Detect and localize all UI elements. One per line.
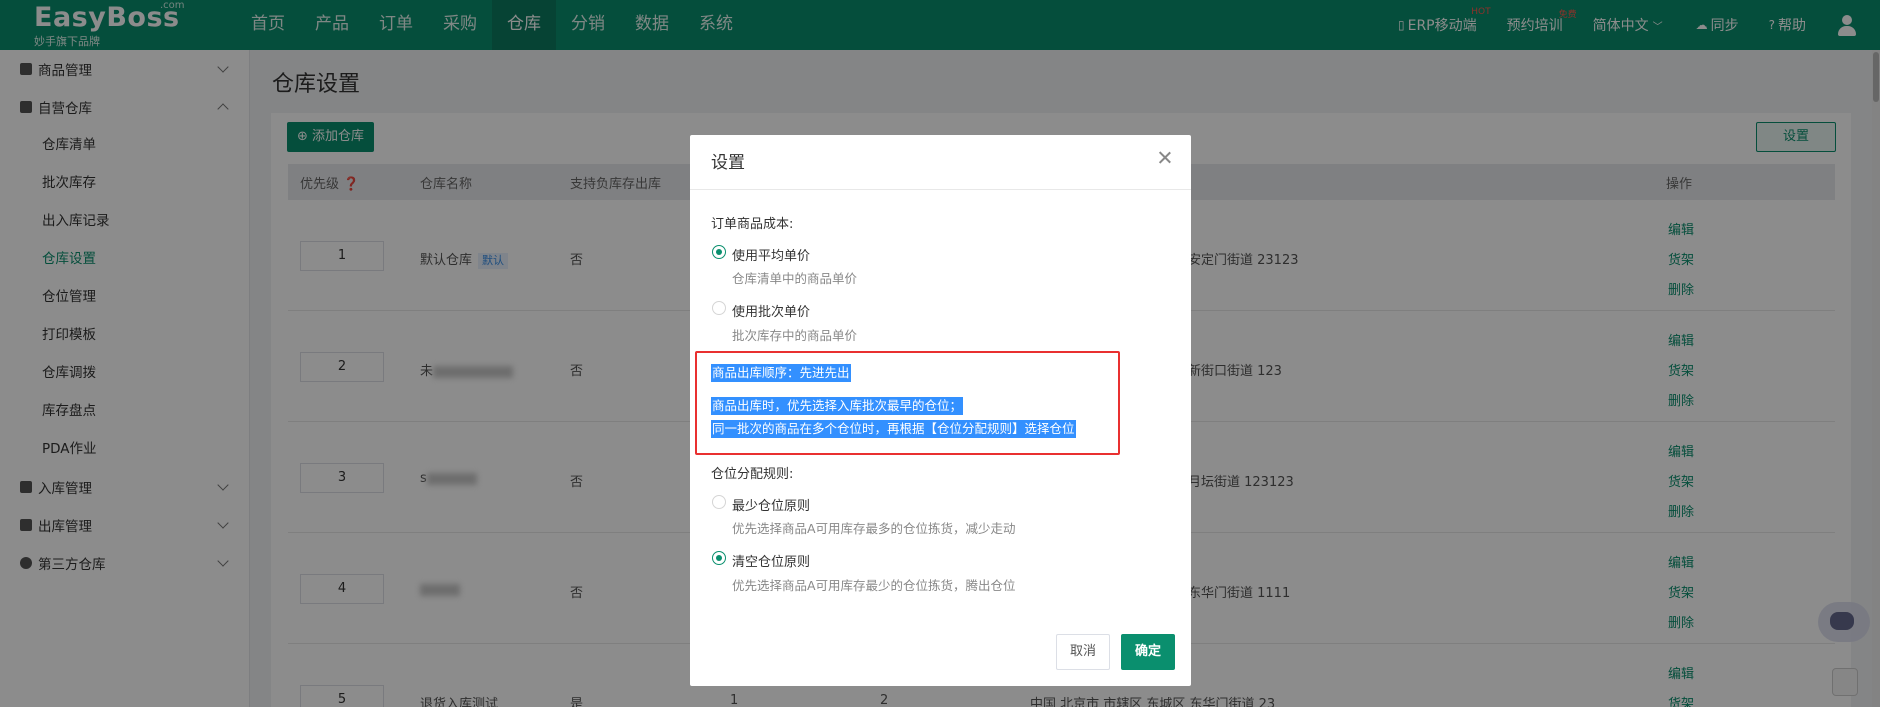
close-icon[interactable] bbox=[1157, 150, 1173, 166]
outbound-order-text: 商品出库顺序：先进先出 bbox=[711, 364, 851, 382]
cost-label: 订单商品成本: bbox=[711, 217, 794, 232]
min-locations-title[interactable]: 最少仓位原则 bbox=[732, 495, 810, 514]
batch-price-title[interactable]: 使用批次单价 bbox=[732, 301, 810, 320]
clear-locations-desc: 优先选择商品A可用库存最少的仓位拣货，腾出仓位 bbox=[732, 578, 1016, 593]
allocation-label: 仓位分配规则: bbox=[711, 467, 794, 482]
radio-average-price[interactable] bbox=[712, 245, 726, 259]
settings-modal: 设置 订单商品成本: 使用平均单价 仓库清单中的商品单价 使用批次单价 批次库存… bbox=[690, 135, 1191, 686]
average-price-title[interactable]: 使用平均单价 bbox=[732, 245, 810, 264]
modal-title: 设置 bbox=[711, 153, 745, 173]
outbound-rule-line1: 商品出库时，优先选择入库批次最早的仓位； bbox=[711, 397, 964, 415]
radio-min-locations[interactable] bbox=[712, 495, 726, 509]
outbound-rule-line2: 同一批次的商品在多个仓位时，再根据【仓位分配规则】选择仓位 bbox=[711, 420, 1076, 438]
batch-price-desc: 批次库存中的商品单价 bbox=[732, 328, 858, 343]
min-locations-desc: 优先选择商品A可用库存最多的仓位拣货，减少走动 bbox=[732, 521, 1016, 536]
modal-header: 设置 bbox=[690, 135, 1191, 190]
clear-locations-title[interactable]: 清空仓位原则 bbox=[732, 551, 810, 570]
cancel-button[interactable]: 取消 bbox=[1056, 634, 1110, 670]
radio-clear-locations[interactable] bbox=[712, 551, 726, 565]
average-price-desc: 仓库清单中的商品单价 bbox=[732, 271, 858, 286]
radio-batch-price[interactable] bbox=[712, 301, 726, 315]
confirm-button[interactable]: 确定 bbox=[1121, 634, 1175, 670]
